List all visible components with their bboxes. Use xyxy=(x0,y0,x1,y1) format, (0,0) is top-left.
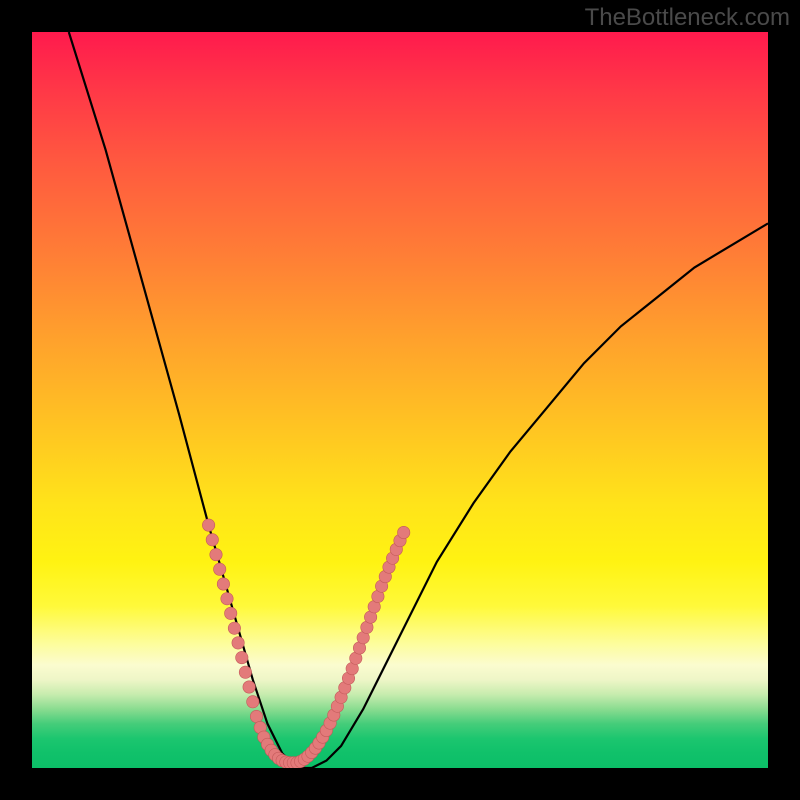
data-dot xyxy=(239,666,251,678)
plot-area xyxy=(32,32,768,768)
data-dot xyxy=(206,534,218,546)
data-dot xyxy=(250,710,262,722)
data-dot xyxy=(232,637,244,649)
data-dot xyxy=(202,519,214,531)
data-dot xyxy=(247,696,259,708)
data-dot xyxy=(210,548,222,560)
watermark-text: TheBottleneck.com xyxy=(585,4,790,32)
data-dot xyxy=(214,563,226,575)
bottleneck-curve-path xyxy=(69,32,768,768)
outer-frame: TheBottleneck.com xyxy=(0,0,800,800)
chart-svg xyxy=(32,32,768,768)
data-dot xyxy=(228,622,240,634)
data-dot xyxy=(225,607,237,619)
data-dot xyxy=(398,526,410,538)
data-dot xyxy=(217,578,229,590)
dot-cluster-left xyxy=(202,519,317,768)
data-dot xyxy=(243,681,255,693)
data-dot xyxy=(221,593,233,605)
data-dot xyxy=(236,651,248,663)
dot-cluster-right xyxy=(309,526,410,754)
